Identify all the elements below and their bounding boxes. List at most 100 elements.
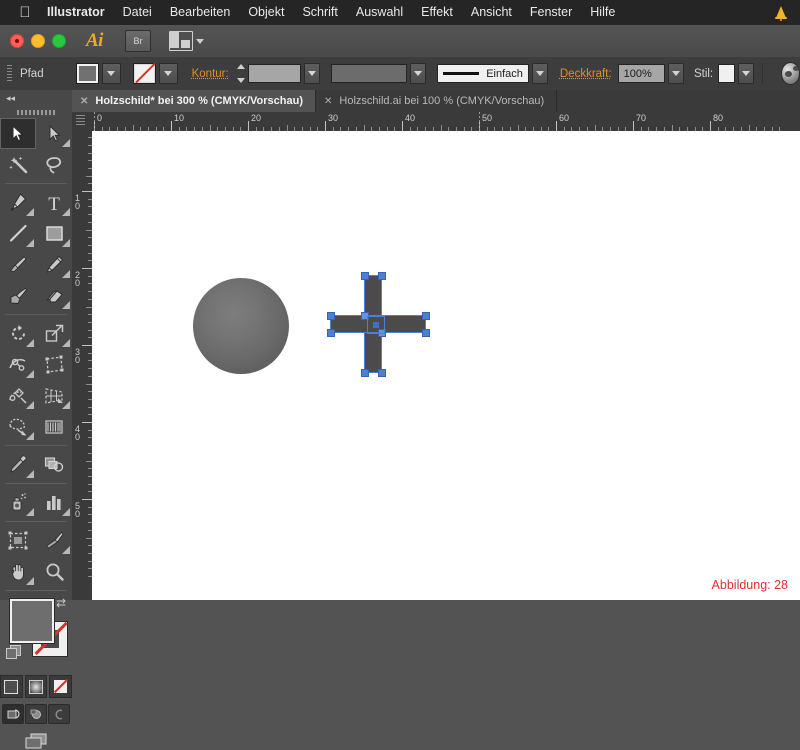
zoom-tool[interactable]	[36, 556, 72, 587]
rotate-tool[interactable]	[0, 318, 36, 349]
tool-flyout-indicator[interactable]	[26, 432, 34, 440]
blob-brush-tool[interactable]	[0, 280, 36, 311]
menu-item-datei[interactable]: Datei	[114, 0, 161, 25]
toolbar-fill-swatch[interactable]	[10, 599, 54, 643]
fill-swatch[interactable]	[76, 63, 99, 84]
brush-definition-select[interactable]: Einfach	[437, 64, 529, 83]
stroke-swatch[interactable]	[133, 63, 156, 84]
stepper-up-icon[interactable]	[237, 64, 245, 69]
drawing-mode-behind[interactable]	[25, 704, 47, 724]
fill-dropdown-button[interactable]	[102, 63, 121, 84]
tool-flyout-indicator[interactable]	[62, 401, 70, 409]
opacity-input[interactable]: 100%	[618, 64, 665, 83]
tool-flyout-indicator[interactable]	[26, 470, 34, 478]
cross-shape[interactable]	[330, 275, 426, 373]
ruler-origin-corner[interactable]	[72, 112, 93, 132]
close-tab-icon[interactable]: ✕	[324, 96, 332, 107]
menu-item-illustrator[interactable]: Illustrator	[38, 0, 114, 25]
hand-tool[interactable]	[0, 556, 36, 587]
paintbrush-tool[interactable]	[0, 249, 36, 280]
color-mode-none[interactable]	[49, 675, 72, 698]
close-window-button[interactable]	[10, 34, 24, 48]
tool-flyout-indicator[interactable]	[62, 508, 70, 516]
drawing-mode-normal[interactable]	[2, 704, 24, 724]
tool-flyout-indicator[interactable]	[26, 339, 34, 347]
swap-fill-stroke-icon[interactable]: ⇄	[56, 597, 66, 609]
control-panel-grip[interactable]	[7, 65, 12, 82]
sphere-shape[interactable]	[193, 278, 289, 374]
width-tool[interactable]	[0, 349, 36, 380]
stroke-profile-input[interactable]	[331, 64, 407, 83]
artboard-tool[interactable]	[0, 525, 36, 556]
color-mode-gradient[interactable]	[25, 675, 48, 698]
document-tab-active[interactable]: ✕ Holzschild* bei 300 % (CMYK/Vorschau)	[72, 90, 316, 112]
eraser-tool[interactable]	[36, 280, 72, 311]
tool-flyout-indicator[interactable]	[26, 239, 34, 247]
launch-bridge-button[interactable]: Br	[125, 30, 151, 52]
drawing-mode-inside[interactable]	[48, 704, 70, 724]
document-tab-inactive[interactable]: ✕ Holzschild.ai bei 100 % (CMYK/Vorschau…	[316, 90, 557, 112]
stroke-profile-dropdown-button[interactable]	[410, 63, 426, 84]
mesh-tool[interactable]	[0, 411, 36, 442]
tool-flyout-indicator[interactable]	[26, 577, 34, 585]
shape-builder-tool[interactable]	[0, 380, 36, 411]
rectangle-tool[interactable]	[36, 218, 72, 249]
stroke-weight-stepper[interactable]	[237, 64, 246, 83]
tool-flyout-indicator[interactable]	[62, 208, 70, 216]
default-fill-stroke-icon[interactable]	[6, 645, 21, 660]
selection-tool[interactable]	[0, 118, 36, 149]
scale-tool[interactable]	[36, 318, 72, 349]
horizontal-ruler[interactable]: 0 10 20 30 40 50 60 70 80	[92, 112, 800, 132]
bell-icon[interactable]	[772, 4, 790, 22]
tool-flyout-indicator[interactable]	[26, 401, 34, 409]
direct-selection-tool[interactable]	[36, 118, 72, 149]
tool-flyout-indicator[interactable]	[62, 270, 70, 278]
menu-item-objekt[interactable]: Objekt	[239, 0, 293, 25]
line-segment-tool[interactable]	[0, 218, 36, 249]
eyedropper-tool[interactable]	[0, 449, 36, 480]
blend-tool[interactable]	[36, 449, 72, 480]
change-screen-mode-button[interactable]	[0, 732, 72, 750]
transform-center-point[interactable]	[367, 316, 385, 334]
free-transform-tool[interactable]	[36, 349, 72, 380]
fill-control[interactable]	[76, 63, 121, 84]
tools-panel-grip[interactable]	[0, 106, 72, 118]
pencil-tool[interactable]	[36, 249, 72, 280]
stroke-weight-input[interactable]	[248, 64, 301, 83]
menu-item-auswahl[interactable]: Auswahl	[347, 0, 412, 25]
artboard-canvas[interactable]: Abbildung: 28	[92, 131, 800, 600]
opacity-dropdown-button[interactable]	[668, 63, 684, 84]
stroke-dropdown-button[interactable]	[159, 63, 178, 84]
stepper-down-icon[interactable]	[237, 78, 245, 83]
lasso-tool[interactable]	[36, 149, 72, 180]
tools-panel-collapse-button[interactable]: ◂◂	[0, 90, 72, 106]
minimize-window-button[interactable]	[31, 34, 45, 48]
symbol-sprayer-tool[interactable]	[0, 487, 36, 518]
menu-item-bearbeiten[interactable]: Bearbeiten	[161, 0, 239, 25]
tool-flyout-indicator[interactable]	[26, 208, 34, 216]
stroke-control[interactable]	[133, 63, 178, 84]
menu-item-ansicht[interactable]: Ansicht	[462, 0, 521, 25]
tool-flyout-indicator[interactable]	[62, 301, 70, 309]
zoom-window-button[interactable]	[52, 34, 66, 48]
close-tab-icon[interactable]: ✕	[80, 96, 88, 107]
tool-flyout-indicator[interactable]	[62, 139, 70, 147]
tool-flyout-indicator[interactable]	[26, 370, 34, 378]
vertical-ruler[interactable]: 1 0 2 0 3 0 4 0 5 0	[72, 131, 93, 600]
gradient-tool[interactable]	[36, 411, 72, 442]
graphic-style-dropdown-button[interactable]	[738, 63, 754, 84]
stroke-weight-dropdown-button[interactable]	[304, 63, 320, 84]
menu-item-hilfe[interactable]: Hilfe	[581, 0, 624, 25]
brush-definition-dropdown-button[interactable]	[532, 63, 548, 84]
arrange-documents-button[interactable]	[169, 31, 204, 51]
tool-flyout-indicator[interactable]	[62, 239, 70, 247]
tool-flyout-indicator[interactable]	[62, 339, 70, 347]
tool-flyout-indicator[interactable]	[62, 546, 70, 554]
perspective-grid-tool[interactable]	[36, 380, 72, 411]
apple-logo-icon[interactable]: 	[12, 5, 38, 20]
column-graph-tool[interactable]	[36, 487, 72, 518]
type-tool[interactable]: T	[36, 187, 72, 218]
pen-tool[interactable]	[0, 187, 36, 218]
magic-wand-tool[interactable]	[0, 149, 36, 180]
color-mode-solid[interactable]	[0, 675, 23, 698]
